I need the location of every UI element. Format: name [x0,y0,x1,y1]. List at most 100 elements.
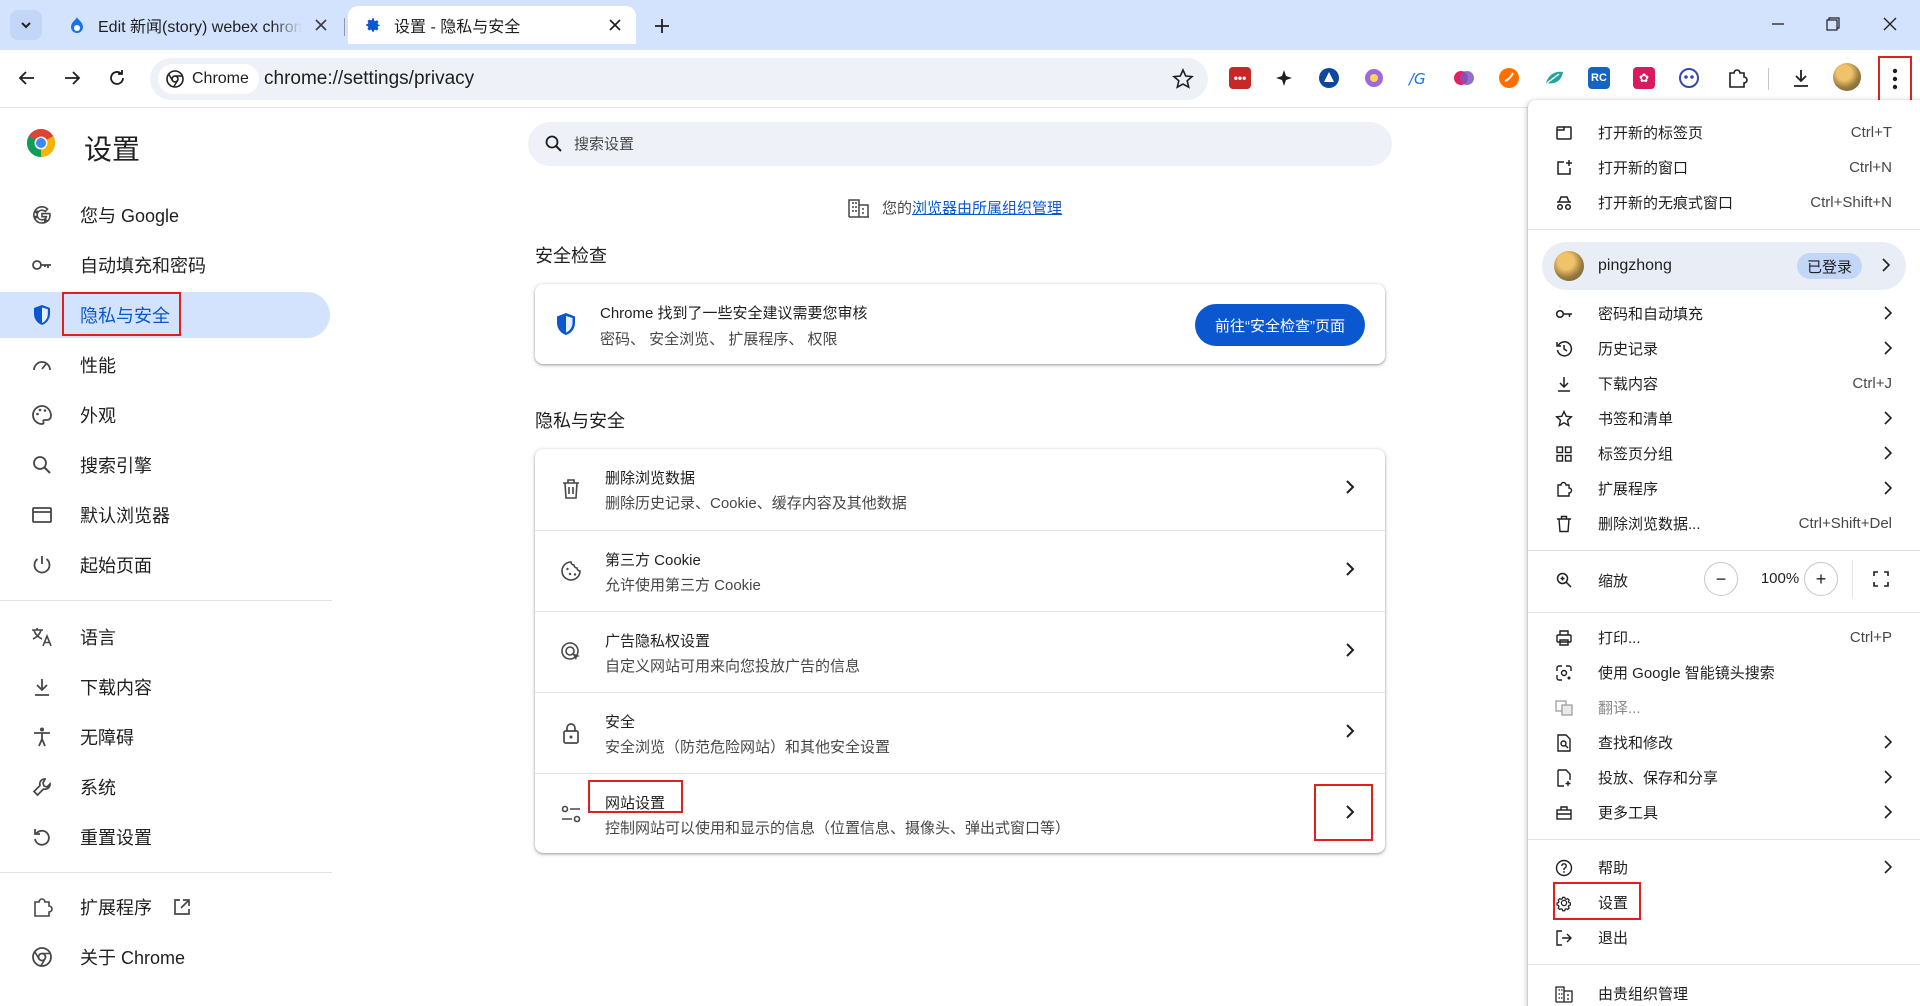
bookmark-star-icon[interactable] [1172,68,1194,90]
puzzle-extensions-icon[interactable] [1724,65,1750,91]
face-ext-icon[interactable] [1676,65,1702,91]
chrome-logo-icon [27,129,55,157]
leaf-ext-icon[interactable] [1541,65,1567,91]
sidebar-item-label: 您与 Google [80,206,180,226]
row-subtitle: 允许使用第三方 Cookie [605,577,761,594]
tab-settings-privacy[interactable]: 设置 - 隐私与安全 [348,6,636,44]
pink-ext-icon[interactable]: ✿ [1631,65,1657,91]
lock-icon [559,721,583,745]
new-tab-button[interactable] [648,12,676,40]
tab-search-button[interactable] [10,10,42,40]
rc-ext-icon[interactable]: RC [1586,65,1612,91]
sidebar-item-downloads[interactable]: 下载内容 [0,664,330,710]
sidebar-item-reset[interactable]: 重置设置 [0,814,330,860]
menu-profile[interactable]: pingzhong 已登录 [1542,242,1906,290]
menu-tab-groups[interactable]: 标签页分组 [1528,436,1920,471]
menu-divider [1528,550,1920,551]
new-window-icon [1554,158,1574,178]
download-icon[interactable] [1788,65,1814,91]
go-to-safety-check-button[interactable]: 前往“安全检查”页面 [1195,304,1365,346]
sparkle-ext-icon[interactable] [1271,65,1297,91]
search-input[interactable] [574,135,1354,153]
gear-flower-ext-icon[interactable] [1361,65,1387,91]
sidebar-item-extensions[interactable]: 扩展程序 [0,884,330,930]
minimize-button[interactable] [1763,10,1793,38]
managed-link[interactable]: 浏览器由所属组织管理 [912,197,1062,218]
window-close-button[interactable] [1875,10,1905,38]
profile-avatar[interactable] [1833,63,1861,91]
chrome-menu-button[interactable] [1878,56,1912,102]
zoom-plus-button[interactable]: + [1804,562,1838,596]
row-site-settings[interactable]: 网站设置 控制网站可以使用和显示的信息（位置信息、摄像头、弹出式窗口等） [535,773,1385,854]
puzzle-icon [1554,479,1574,499]
back-button[interactable] [12,63,42,93]
sidebar-item-privacy[interactable]: 隐私与安全 [0,292,330,338]
g-translate-ext-icon[interactable]: /G [1406,65,1432,91]
menu-cast-save-share[interactable]: 投放、保存和分享 [1528,760,1920,795]
menu-clear-browsing-data[interactable]: 删除浏览数据... Ctrl+Shift+Del [1528,506,1920,541]
print-icon [1554,628,1574,648]
orange-ext-icon[interactable] [1496,65,1522,91]
sidebar-item-default-browser[interactable]: 默认浏览器 [0,492,330,538]
sidebar-item-languages[interactable]: 语言 [0,614,330,660]
sidebar-item-search-engine[interactable]: 搜索引擎 [0,442,330,488]
fullscreen-button[interactable] [1866,566,1896,592]
cookie-icon [559,559,583,583]
menu-bookmarks[interactable]: 书签和清单 [1528,401,1920,436]
address-bar[interactable]: Chrome chrome://settings/privacy [150,58,1208,100]
row-security[interactable]: 安全 安全浏览（防范危险网站）和其他安全设置 [535,692,1385,773]
menu-help[interactable]: 帮助 [1528,850,1920,885]
trash-icon [559,477,583,501]
signed-in-badge: 已登录 [1796,253,1862,279]
shield-icon [555,312,577,336]
key-icon [1554,304,1574,324]
menu-print[interactable]: 打印... Ctrl+P [1528,620,1920,655]
arrow-right-icon [65,71,81,85]
menu-more-tools[interactable]: 更多工具 [1528,795,1920,830]
menu-settings[interactable]: 设置 [1528,885,1920,920]
menu-passwords-autofill[interactable]: 密码和自动填充 [1528,296,1920,331]
brain-ext-icon[interactable] [1451,65,1477,91]
menu-translate[interactable]: 翻译... [1528,690,1920,725]
menu-downloads[interactable]: 下载内容 Ctrl+J [1528,366,1920,401]
menu-history[interactable]: 历史记录 [1528,331,1920,366]
close-icon[interactable] [604,14,626,36]
sidebar-item-label: 无障碍 [80,728,134,748]
menu-exit[interactable]: 退出 [1528,920,1920,955]
menu-new-window[interactable]: 打开新的窗口 Ctrl+N [1528,150,1920,185]
menu-managed-by-org[interactable]: 由贵组织管理 [1528,976,1920,1006]
sidebar-item-on-startup[interactable]: 起始页面 [0,542,330,588]
sidebar-item-accessibility[interactable]: 无障碍 [0,714,330,760]
url-text[interactable]: chrome://settings/privacy [264,68,474,90]
reload-button[interactable] [102,63,132,93]
settings-search[interactable] [528,122,1392,166]
site-info-chip[interactable]: Chrome [158,64,259,94]
tab-strip: Edit 新闻(story) webex chrom 设置 - 隐私与安全 [0,0,1920,50]
sidebar-item-system[interactable]: 系统 [0,764,330,810]
forward-button[interactable] [57,63,87,93]
restore-button[interactable] [1818,10,1848,38]
menu-new-incognito[interactable]: 打开新的无痕式窗口 Ctrl+Shift+N [1528,185,1920,220]
row-ad-privacy[interactable]: 广告隐私权设置 自定义网站可用来向您投放广告的信息 [535,611,1385,692]
row-title: 第三方 Cookie [605,552,701,569]
sidebar-item-autofill[interactable]: 自动填充和密码 [0,242,330,288]
sidebar-item-about-chrome[interactable]: 关于 Chrome [0,934,330,980]
menu-extensions[interactable]: 扩展程序 [1528,471,1920,506]
row-third-party-cookies[interactable]: 第三方 Cookie 允许使用第三方 Cookie [535,530,1385,611]
sidebar-item-appearance[interactable]: 外观 [0,392,330,438]
sidebar-item-performance[interactable]: 性能 [0,342,330,388]
close-icon[interactable] [310,14,332,36]
menu-find-edit[interactable]: 查找和修改 [1528,725,1920,760]
tab-edit-story[interactable]: Edit 新闻(story) webex chrom [52,6,342,44]
triangle-ext-icon[interactable] [1316,65,1342,91]
password-manager-ext-icon[interactable]: ••• [1227,65,1253,91]
sidebar-item-you-and-google[interactable]: 您与 Google [0,192,330,238]
row-clear-browsing-data[interactable]: 删除浏览数据 删除历史记录、Cookie、缓存内容及其他数据 [535,449,1385,530]
managed-prefix: 您的 [882,200,913,217]
zoom-minus-button[interactable]: − [1704,562,1738,596]
settings-title: 设置 [84,134,141,165]
menu-new-tab[interactable]: 打开新的标签页 Ctrl+T [1528,115,1920,150]
privacy-card: 删除浏览数据 删除历史记录、Cookie、缓存内容及其他数据 第三方 Cooki… [535,449,1385,853]
menu-google-lens[interactable]: 使用 Google 智能镜头搜索 [1528,655,1920,690]
sidebar-item-label: 重置设置 [80,828,152,848]
